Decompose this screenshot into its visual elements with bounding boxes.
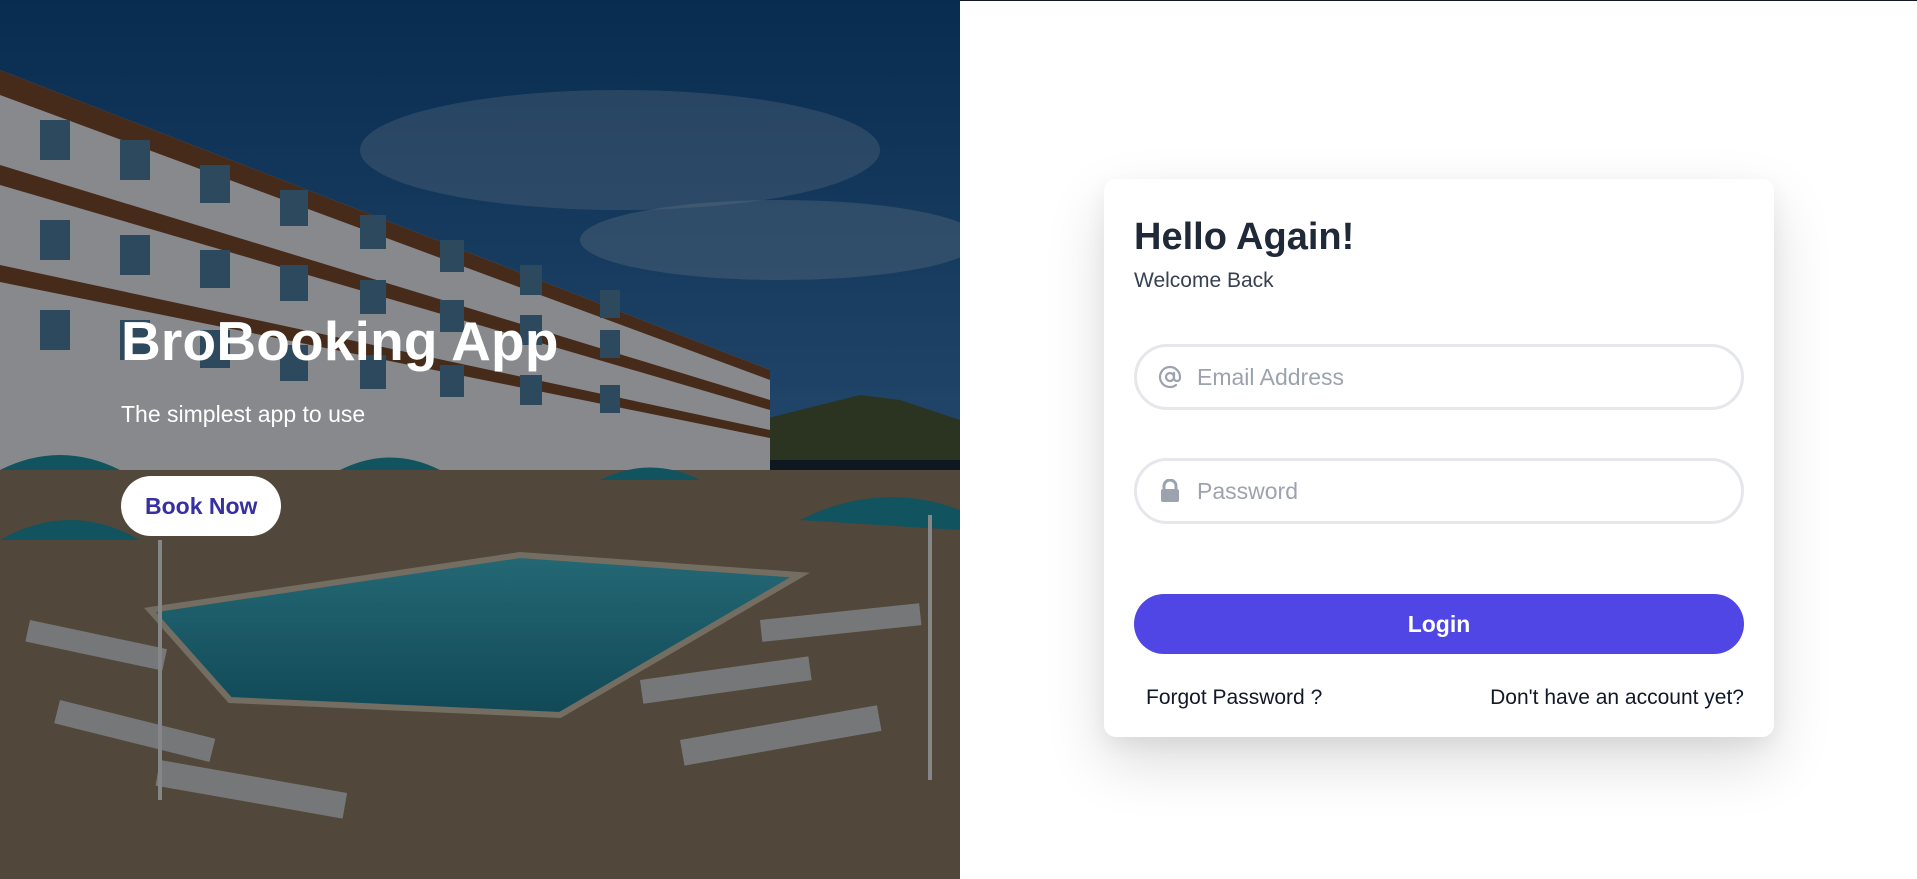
login-panel: Hello Again! Welcome Back Email Address … [960,0,1917,879]
app-tagline: The simplest app to use [121,401,366,427]
login-card: Hello Again! Welcome Back Email Address … [1104,179,1774,737]
login-heading: Hello Again! [1134,216,1355,258]
email-field [1134,344,1744,410]
signup-link[interactable]: Don't have an account yet? [1490,684,1744,712]
app-title: BroBooking App [121,310,559,372]
forgot-password-link[interactable]: Forgot Password ? [1146,684,1322,712]
at-sign-icon [1157,364,1183,390]
auth-links: Forgot Password ? Don't have an account … [1134,684,1744,712]
login-subheading: Welcome Back [1134,269,1274,292]
hero-panel: BroBooking App The simplest app to use B… [0,0,960,879]
password-input[interactable] [1195,460,1721,522]
hero-content: BroBooking App The simplest app to use B… [121,305,559,536]
login-page: BroBooking App The simplest app to use B… [0,0,1917,879]
book-now-button[interactable]: Book Now [121,476,282,536]
lock-icon [1157,478,1183,504]
email-input[interactable] [1195,346,1721,408]
password-field [1134,458,1744,524]
login-button[interactable]: Login [1134,594,1744,654]
